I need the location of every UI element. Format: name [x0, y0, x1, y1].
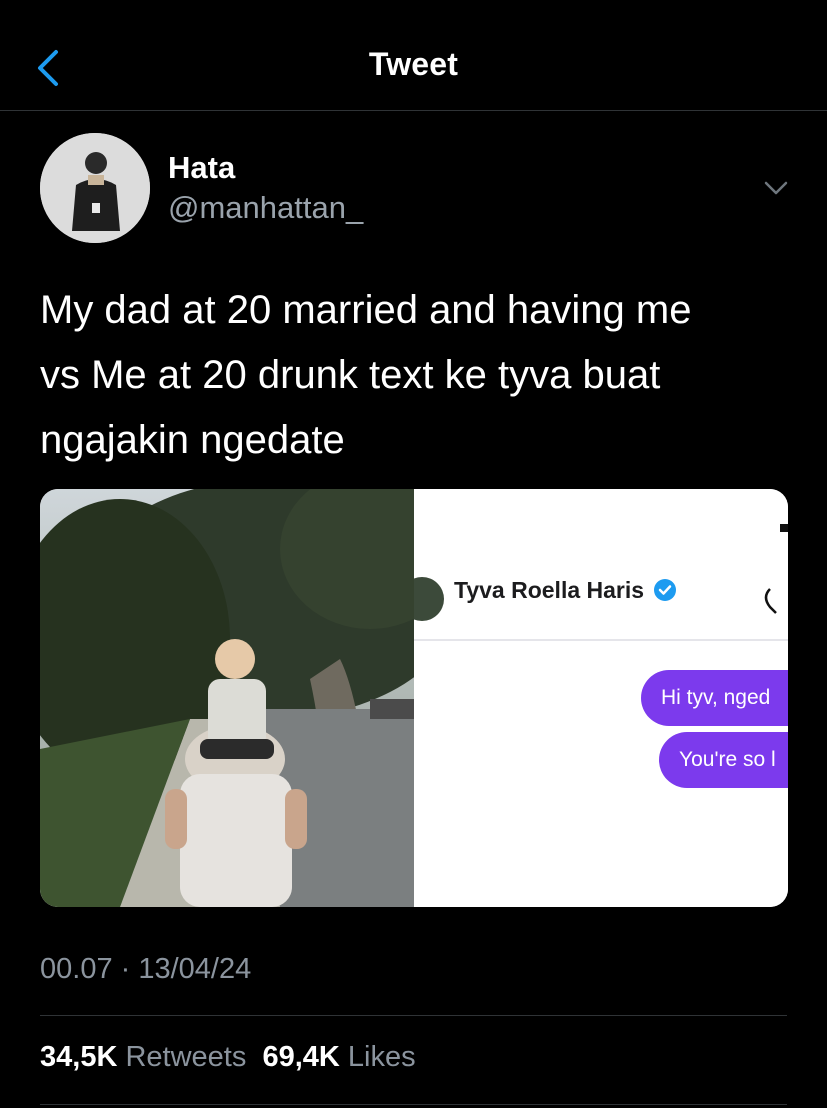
retweets-link[interactable]: 34,5K Retweets: [40, 1041, 246, 1073]
chat-message-bubble: You're so l: [659, 732, 788, 788]
retweets-count: 34,5K: [40, 1041, 118, 1073]
more-options-button[interactable]: [760, 176, 792, 200]
chat-contact-label: Tyva Roella Haris: [454, 577, 645, 603]
divider: [40, 1015, 787, 1016]
retweets-label: Retweets: [125, 1041, 247, 1073]
page-title: Tweet: [368, 46, 459, 82]
father-son-photo: [40, 489, 460, 907]
likes-count: 69,4K: [262, 1041, 340, 1073]
chat-message-bubble: Hi tyv, nged: [641, 670, 788, 726]
top-nav-bar: Tweet: [0, 0, 827, 111]
avatar[interactable]: [40, 133, 150, 243]
author-name[interactable]: Hata: [168, 150, 235, 186]
likes-link[interactable]: 69,4K Likes: [262, 1041, 415, 1073]
avatar-image: [40, 133, 150, 243]
tweet-text-line: ngajakin ngedate: [40, 418, 345, 462]
chat-contact-name: Tyva Roella Haris: [454, 577, 677, 604]
divider: [40, 1104, 787, 1105]
verified-badge-icon: [654, 579, 677, 601]
author-handle[interactable]: @manhattan_: [168, 190, 363, 226]
likes-label: Likes: [347, 1041, 416, 1073]
tweet-text-line: vs Me at 20 drunk text ke tyva buat: [40, 353, 661, 397]
tweet-stats: 34,5K Retweets 69,4K Likes: [40, 1041, 416, 1074]
tweet-media[interactable]: Tyva Roella Haris Hi tyv, nged You're so…: [40, 489, 788, 907]
tweet-timestamp[interactable]: 00.07 · 13/04/24: [40, 953, 251, 986]
tweet-text-line: My dad at 20 married and having me: [40, 288, 692, 332]
chevron-down-icon: [764, 181, 788, 195]
tweet-text: My dad at 20 married and having me vs Me…: [40, 278, 800, 473]
media-chat-screenshot[interactable]: Tyva Roella Haris Hi tyv, nged You're so…: [414, 489, 788, 907]
media-photo-left[interactable]: [40, 489, 460, 907]
